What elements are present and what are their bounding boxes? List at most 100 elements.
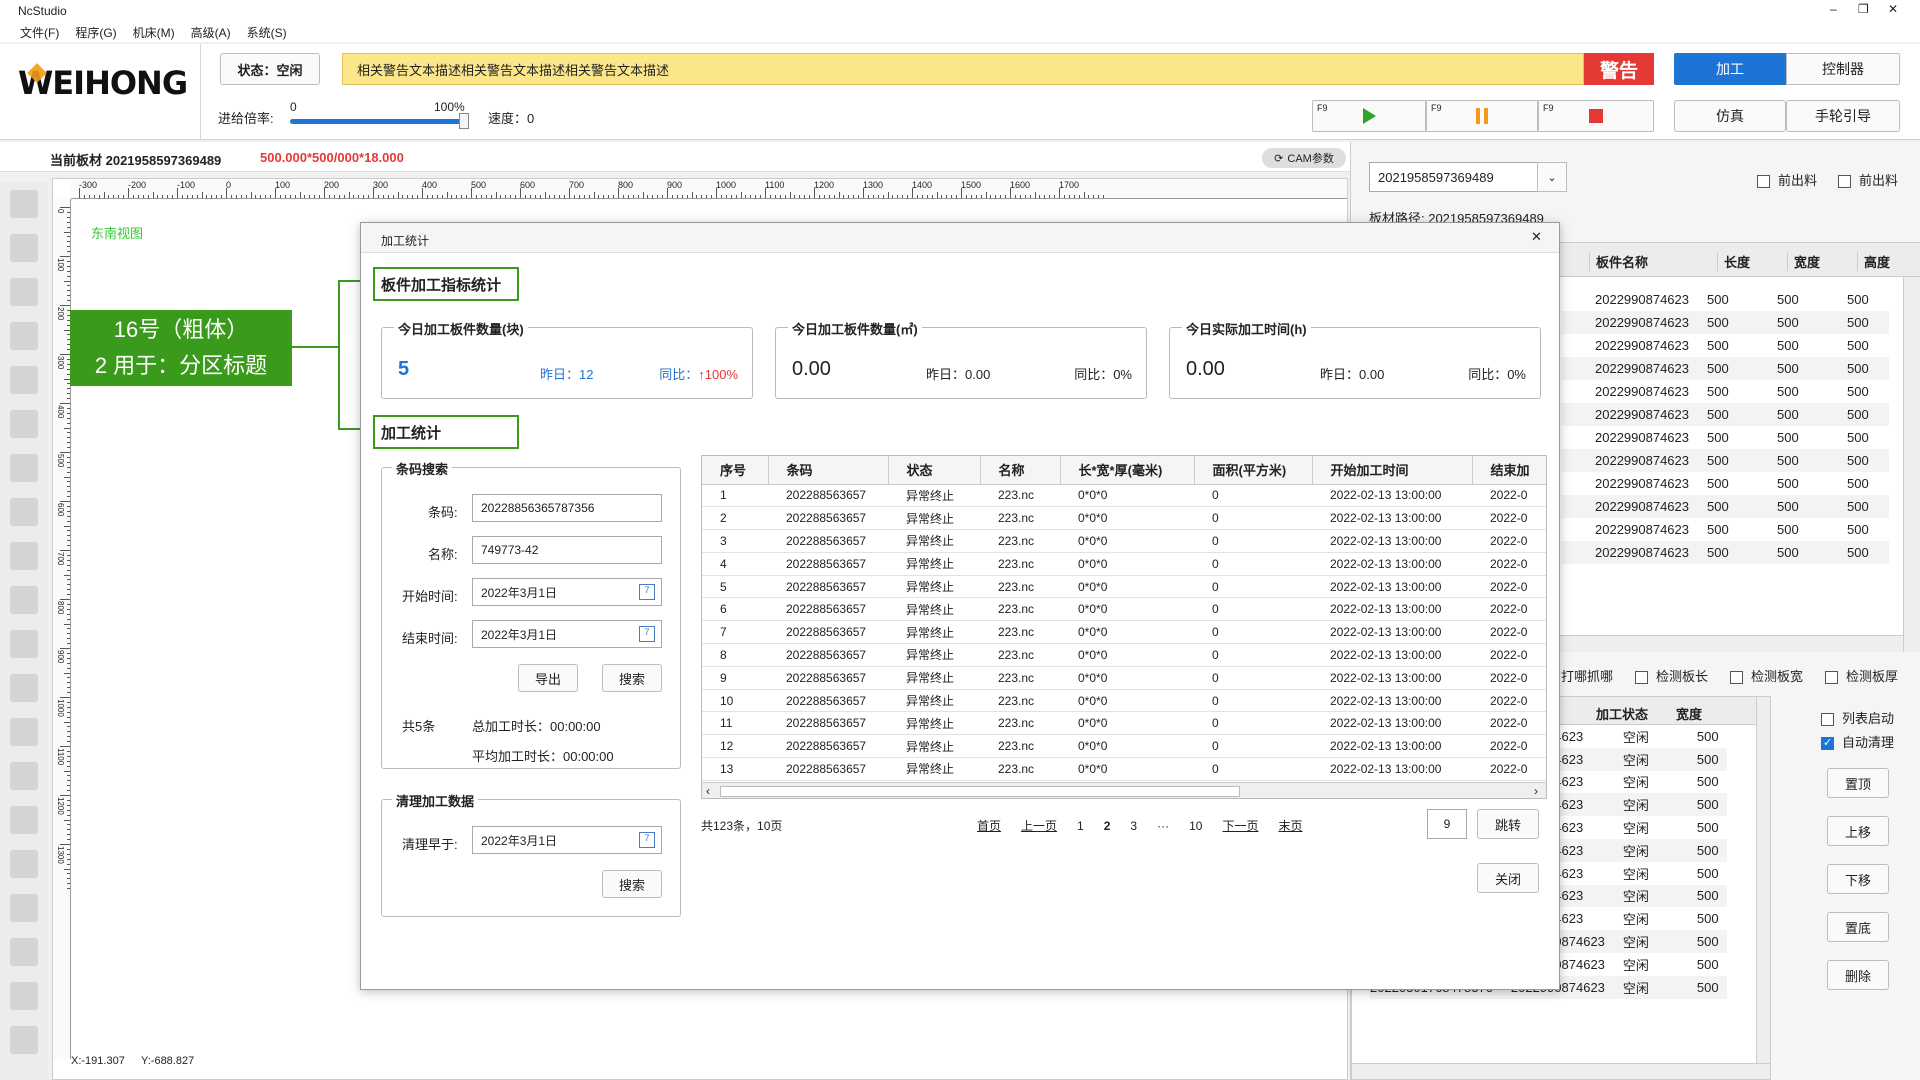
front-check-1[interactable]: 前出料 — [1757, 170, 1817, 189]
tab-controller[interactable]: 控制器 — [1786, 53, 1900, 85]
table-row[interactable]: 9 202288563657 异常终止 223.nc 0*0*0 0 2022-02-13 … — [702, 666, 1546, 690]
detect-check-0[interactable]: 打哪抓哪 — [1561, 666, 1613, 685]
page-number[interactable]: 3 — [1130, 819, 1137, 833]
column-header[interactable]: 结束加 — [1471, 456, 1546, 485]
clean-date-input[interactable]: 2022年3月1日 7 — [472, 826, 662, 854]
prev-page-link[interactable]: 上一页 — [1021, 817, 1057, 834]
tool-icon[interactable] — [10, 498, 38, 526]
table-row[interactable]: 10 202288563657 异常终止 223.nc 0*0*0 0 2022-02-13… — [702, 689, 1546, 713]
calendar-icon[interactable]: 7 — [639, 626, 655, 642]
close-icon[interactable]: ✕ — [1888, 2, 1898, 16]
table-row[interactable]: 11 202288563657 异常终止 223.nc 0*0*0 0 2022-02-13… — [702, 711, 1546, 736]
vertical-scrollbar[interactable] — [1903, 277, 1920, 652]
tool-icon[interactable] — [10, 454, 38, 482]
tool-icon[interactable] — [10, 1026, 38, 1054]
tool-icon[interactable] — [10, 278, 38, 306]
table-row[interactable]: 2022990874623 500 500 500 — [1561, 311, 1889, 334]
page-number[interactable]: 1 — [1077, 819, 1084, 833]
ellipsis[interactable]: ··· — [1157, 819, 1169, 833]
pause-button[interactable]: F9 — [1426, 100, 1538, 132]
start-date-input[interactable]: 2022年3月1日 7 — [472, 578, 662, 606]
column-header[interactable]: 宽度 — [1787, 252, 1820, 271]
tool-icon[interactable] — [10, 234, 38, 262]
vertical-scrollbar-lower[interactable] — [1756, 697, 1770, 1063]
table-row[interactable]: 2022990874623 500 500 500 — [1561, 472, 1889, 495]
feed-slider-thumb[interactable] — [459, 113, 469, 129]
side-button-0[interactable]: 置顶 — [1827, 768, 1889, 798]
side-button-3[interactable]: 置底 — [1827, 912, 1889, 942]
simulate-button[interactable]: 仿真 — [1674, 100, 1786, 132]
tool-icon[interactable] — [10, 718, 38, 746]
column-header[interactable]: 高度 — [1857, 252, 1890, 271]
tool-icon[interactable] — [10, 762, 38, 790]
detect-check-1[interactable]: 检测板长 — [1635, 666, 1708, 685]
play-button[interactable]: F9 — [1312, 100, 1426, 132]
scroll-right-icon[interactable]: › — [1534, 784, 1538, 798]
barcode-input[interactable]: 20228856365787356 — [472, 494, 662, 522]
column-header[interactable]: 加工状态 — [1596, 704, 1648, 723]
table-row[interactable]: 3 202288563657 异常终止 223.nc 0*0*0 0 2022-02-13 … — [702, 529, 1546, 553]
calendar-icon[interactable]: 7 — [639, 832, 655, 848]
jump-button[interactable]: 跳转 — [1477, 809, 1539, 839]
tool-icon[interactable] — [10, 366, 38, 394]
tool-icon[interactable] — [10, 674, 38, 702]
stop-button[interactable]: F9 — [1538, 100, 1654, 132]
column-header[interactable]: 宽度 — [1676, 704, 1702, 723]
export-button[interactable]: 导出 — [518, 664, 578, 692]
menu-item-1[interactable]: 程序(G) — [75, 24, 116, 41]
horizontal-scrollbar-lower[interactable] — [1352, 1063, 1770, 1079]
table-row[interactable]: 8 202288563657 异常终止 223.nc 0*0*0 0 2022-02-13 … — [702, 643, 1546, 667]
table-row[interactable]: 2022990874623 500 500 500 — [1561, 288, 1889, 311]
side-button-4[interactable]: 删除 — [1827, 960, 1889, 990]
detect-check-2[interactable]: 检测板宽 — [1730, 666, 1803, 685]
column-header[interactable]: 长度 — [1717, 252, 1750, 271]
column-header[interactable]: 状态 — [887, 456, 980, 485]
menu-item-0[interactable]: 文件(F) — [20, 24, 59, 41]
front-check-2[interactable]: 前出料 — [1838, 170, 1898, 189]
page-number[interactable]: 2 — [1104, 819, 1111, 833]
table-row[interactable]: 12 202288563657 异常终止 223.nc 0*0*0 0 2022-02-13… — [702, 734, 1546, 759]
close-button[interactable]: 关闭 — [1477, 863, 1539, 893]
table-row[interactable]: 2022990874623 500 500 500 — [1561, 334, 1889, 357]
dialog-close-icon[interactable]: ✕ — [1531, 229, 1542, 245]
table-row[interactable]: 5 202288563657 异常终止 223.nc 0*0*0 0 2022-02-13 … — [702, 575, 1546, 599]
tool-icon[interactable] — [10, 982, 38, 1010]
column-header[interactable]: 条码 — [767, 456, 888, 485]
tab-process[interactable]: 加工 — [1674, 53, 1786, 85]
column-header[interactable]: 面积(平方米) — [1193, 456, 1312, 485]
table-row[interactable]: 2022990874623 500 500 500 — [1561, 541, 1889, 564]
table-row[interactable]: 2022990874623 500 500 500 — [1561, 403, 1889, 426]
cam-params-button[interactable]: ⟳ CAM参数 — [1262, 148, 1346, 168]
tool-icon[interactable] — [10, 630, 38, 658]
menu-item-2[interactable]: 机床(M) — [133, 24, 175, 41]
tool-icon[interactable] — [10, 190, 38, 218]
first-page-link[interactable]: 首页 — [977, 817, 1001, 834]
tool-icon[interactable] — [10, 894, 38, 922]
scroll-left-icon[interactable]: ‹ — [706, 784, 710, 798]
table-horizontal-scrollbar[interactable]: ‹ › — [702, 782, 1546, 798]
table-row[interactable]: 2022990874623 500 500 500 — [1561, 380, 1889, 403]
name-input[interactable]: 749773-42 — [472, 536, 662, 564]
column-header[interactable]: 板件名称 — [1589, 252, 1648, 271]
menu-item-3[interactable]: 高级(A) — [191, 24, 231, 41]
page-number[interactable]: 10 — [1189, 819, 1202, 833]
search-button[interactable]: 搜索 — [602, 664, 662, 692]
last-page-link[interactable]: 末页 — [1278, 817, 1302, 834]
list-start-check[interactable]: 列表启动 — [1821, 708, 1894, 727]
tool-icon[interactable] — [10, 542, 38, 570]
table-row[interactable]: 6 202288563657 异常终止 223.nc 0*0*0 0 2022-02-13 … — [702, 597, 1546, 622]
column-header[interactable]: 序号 — [702, 456, 768, 485]
table-row[interactable]: 2022990874623 500 500 500 — [1561, 426, 1889, 449]
restore-icon[interactable]: ❐ — [1858, 2, 1869, 16]
table-row[interactable]: 4 202288563657 异常终止 223.nc 0*0*0 0 2022-02-13 … — [702, 552, 1546, 576]
table-row[interactable]: 13 202288563657 异常终止 223.nc 0*0*0 0 2022-02-13… — [702, 757, 1546, 781]
tool-icon[interactable] — [10, 806, 38, 834]
side-button-1[interactable]: 上移 — [1827, 816, 1889, 846]
table-row[interactable]: 2 202288563657 异常终止 223.nc 0*0*0 0 2022-02-13 … — [702, 506, 1546, 531]
feed-slider[interactable] — [290, 113, 469, 129]
table-row[interactable]: 2022990874623 500 500 500 — [1561, 357, 1889, 380]
board-select-dropdown[interactable]: ⌄ — [1537, 162, 1567, 192]
calendar-icon[interactable]: 7 — [639, 584, 655, 600]
goto-page-input[interactable]: 9 — [1427, 809, 1467, 839]
next-page-link[interactable]: 下一页 — [1222, 817, 1258, 834]
